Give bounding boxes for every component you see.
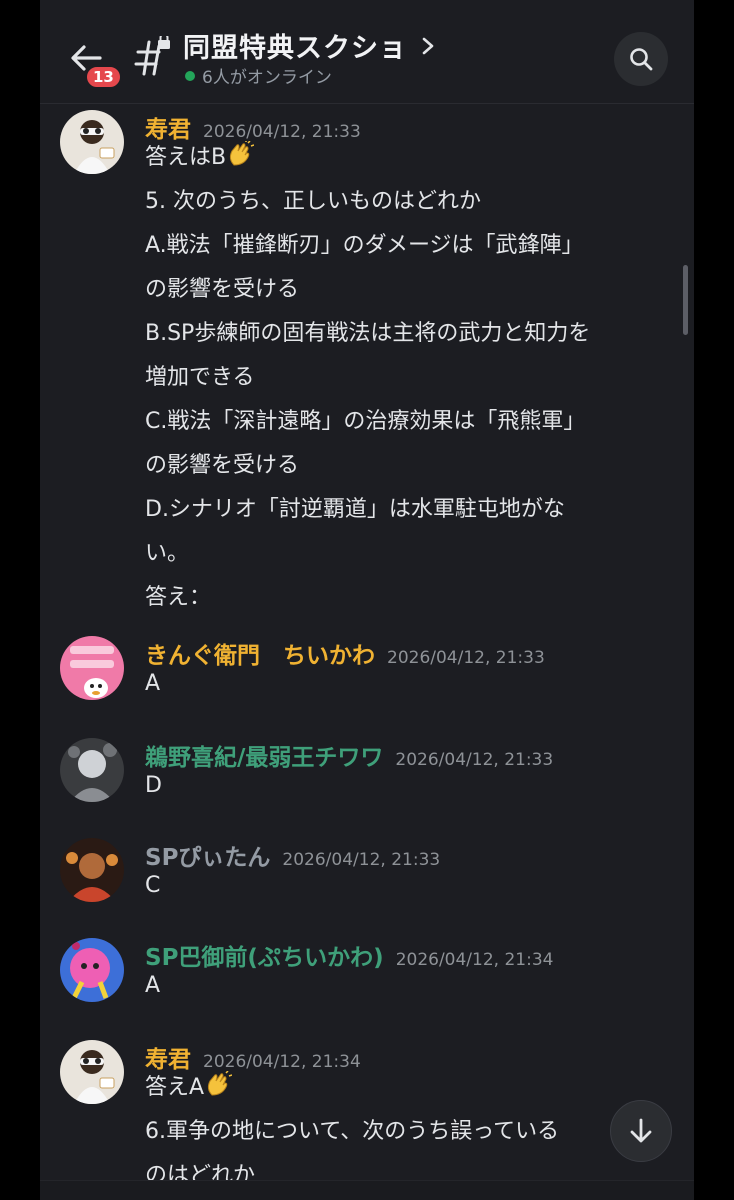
online-count: 6人がオンライン xyxy=(202,68,332,88)
message-content: D xyxy=(145,773,162,798)
channel-title: 同盟特典スクショ xyxy=(183,33,407,64)
message-content: A xyxy=(145,973,161,998)
avatar-image xyxy=(60,938,124,1002)
channel-title-button[interactable]: 同盟特典スクショ xyxy=(183,26,435,65)
username[interactable]: きんぐ衛門 ちいかわ xyxy=(145,636,375,670)
message-line: 答えA xyxy=(145,1066,559,1110)
avatar-image xyxy=(60,110,124,174)
scrollbar[interactable] xyxy=(683,265,688,335)
timestamp: 2026/04/12, 21:33 xyxy=(282,850,441,870)
message-line: 答え： xyxy=(145,585,212,610)
message-content: 答えはB 5. 次のうち、正しいものはどれか A.戦法「摧鋒断刃」のダメージは「… xyxy=(145,136,590,620)
message-line: 増加できる xyxy=(145,365,255,390)
avatar-image xyxy=(60,636,124,700)
message-line: の影響を受ける xyxy=(145,277,300,302)
username[interactable]: SPぴぃたん xyxy=(145,838,270,872)
clap-emoji xyxy=(230,141,255,166)
message-content: 答えA 6.軍争の地について、次のうち誤っている のはどれか xyxy=(145,1066,559,1198)
message-header: SP巴御前(ぷちいかわ) 2026/04/12, 21:34 xyxy=(145,938,553,972)
clap-emoji xyxy=(207,1071,233,1096)
scroll-down-arrow-icon xyxy=(630,1118,652,1143)
message-line: 答えはB xyxy=(145,136,590,180)
timestamp: 2026/04/12, 21:33 xyxy=(387,648,545,668)
avatar[interactable] xyxy=(60,110,124,174)
message-line: A.戦法「摧鋒断刃」のダメージは「武鋒陣」 xyxy=(145,233,584,258)
channel-header: 13 同盟特典スクショ 6人がオンライン xyxy=(40,0,694,104)
timestamp: 2026/04/12, 21:33 xyxy=(395,750,554,770)
avatar-image xyxy=(60,738,124,802)
message-header: きんぐ衛門 ちいかわ 2026/04/12, 21:33 xyxy=(145,636,545,670)
username[interactable]: SP巴御前(ぷちいかわ) xyxy=(145,938,384,972)
search-button[interactable] xyxy=(614,32,668,86)
chevron-right-icon xyxy=(422,37,434,54)
message-line: 6.軍争の地について、次のうち誤っている xyxy=(145,1119,560,1144)
message-line: B.SP歩練師の固有戦法は主将の武力と知力を xyxy=(145,321,591,346)
bottom-bar xyxy=(40,1180,694,1200)
message-line: い。 xyxy=(145,541,190,566)
timestamp: 2026/04/12, 21:34 xyxy=(395,950,554,970)
unread-badge: 13 xyxy=(84,64,123,90)
message-content: C xyxy=(145,873,161,898)
avatar[interactable] xyxy=(60,938,124,1002)
online-status: 6人がオンライン xyxy=(185,63,332,88)
message-line: D.シナリオ「討逆覇道」は水軍駐屯地がな xyxy=(145,497,565,522)
scroll-to-bottom-button[interactable] xyxy=(610,1100,672,1162)
avatar[interactable] xyxy=(60,1040,124,1104)
online-dot-icon xyxy=(185,70,195,81)
message-line: 5. 次のうち、正しいものはどれか xyxy=(145,189,481,214)
message-line: の影響を受ける xyxy=(145,453,300,478)
search-icon xyxy=(630,48,653,71)
avatar[interactable] xyxy=(60,738,124,802)
message-header: SPぴぃたん 2026/04/12, 21:33 xyxy=(145,838,440,872)
message-line: C.戦法「深計遠略」の治療効果は「飛熊軍」 xyxy=(145,409,586,434)
username[interactable]: 鵜野喜紀/最弱王チワワ xyxy=(145,738,383,772)
chat-app: 13 同盟特典スクショ 6人がオンライン 寿君 2026/04/12, 21:3… xyxy=(40,0,694,1200)
avatar[interactable] xyxy=(60,838,124,902)
message-header: 鵜野喜紀/最弱王チワワ 2026/04/12, 21:33 xyxy=(145,738,553,772)
channel-hash-thread-icon xyxy=(134,36,170,76)
message-content: A xyxy=(145,671,161,696)
avatar-image xyxy=(60,1040,124,1104)
avatar-image xyxy=(60,838,124,902)
avatar[interactable] xyxy=(60,636,124,700)
